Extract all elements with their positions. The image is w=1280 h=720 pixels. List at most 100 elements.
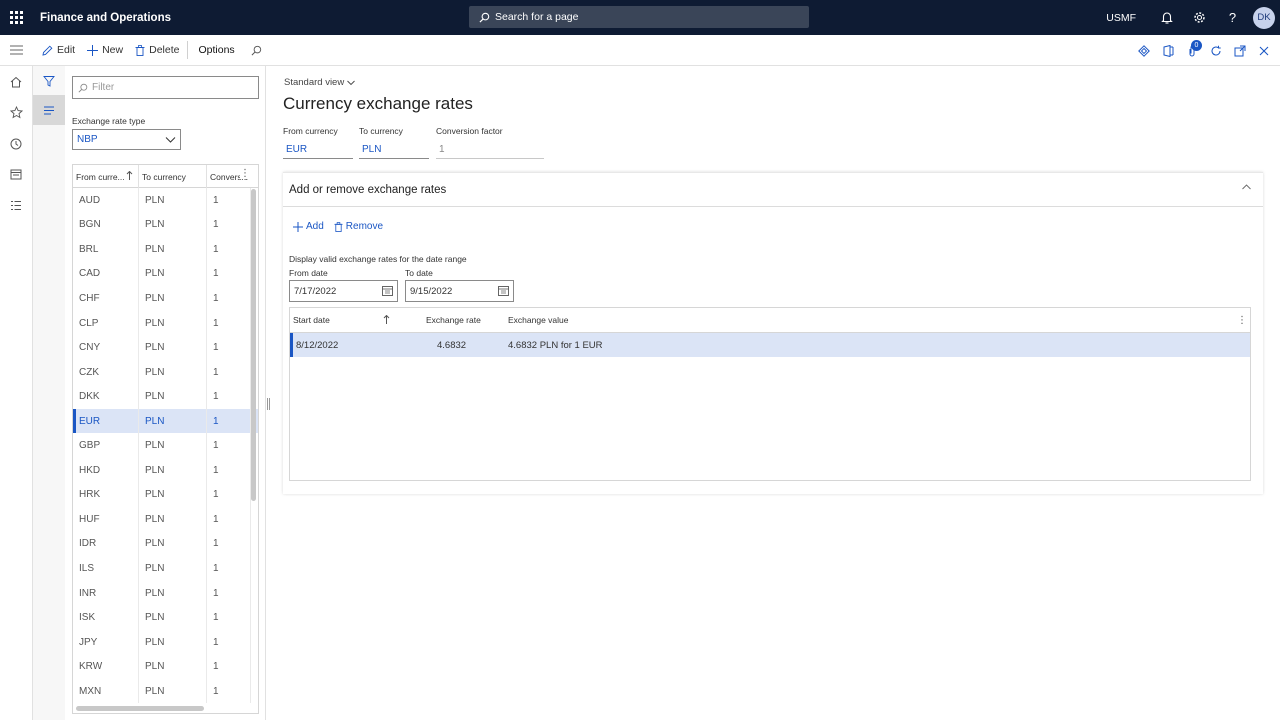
chevron-up-icon[interactable]: [1242, 184, 1251, 190]
table-row[interactable]: HUF PLN 1: [73, 507, 258, 532]
date-range-note: Display valid exchange rates for the dat…: [289, 254, 467, 264]
list-pane-icon[interactable]: [33, 95, 65, 125]
table-row[interactable]: ISK PLN 1: [73, 605, 258, 630]
to-date-input[interactable]: 9/15/2022: [405, 280, 514, 302]
rate-type-label: Exchange rate type: [72, 116, 146, 126]
to-currency-cell: PLN: [139, 531, 207, 557]
trash-icon: [334, 221, 343, 232]
find-icon[interactable]: [243, 35, 270, 66]
to-currency-field: To currency PLN: [359, 126, 429, 159]
modules-list-icon[interactable]: [0, 190, 32, 221]
app-title[interactable]: Finance and Operations: [40, 12, 171, 24]
app-launcher-icon[interactable]: [0, 0, 32, 35]
search-icon: [479, 12, 490, 23]
column-header-from-currency[interactable]: From curre...: [73, 165, 139, 188]
attachment-count-badge: 0: [1191, 40, 1202, 51]
vertical-scrollbar[interactable]: [251, 189, 256, 501]
table-row[interactable]: BGN PLN 1: [73, 212, 258, 238]
plus-icon: [293, 221, 303, 232]
refresh-icon[interactable]: [1204, 35, 1228, 66]
from-currency-cell: EUR: [73, 408, 139, 434]
diamond-icon[interactable]: [1132, 35, 1156, 66]
from-currency-cell: IDR: [73, 531, 139, 557]
conversion-factor-cell: 1: [207, 261, 251, 287]
table-row[interactable]: ILS PLN 1: [73, 556, 258, 581]
clock-icon[interactable]: [0, 128, 32, 159]
close-icon[interactable]: [1252, 35, 1276, 66]
table-row[interactable]: KRW PLN 1: [73, 654, 258, 679]
star-icon[interactable]: [0, 97, 32, 128]
conversion-factor-field: Conversion factor 1: [436, 126, 544, 159]
table-row[interactable]: INR PLN 1: [73, 580, 258, 606]
fasttab-header[interactable]: Add or remove exchange rates: [283, 173, 1263, 207]
column-header-exchange-value[interactable]: Exchange value: [508, 315, 569, 325]
from-currency-label: From currency: [283, 126, 338, 136]
column-header-to-currency[interactable]: To currency: [139, 165, 207, 188]
help-icon[interactable]: ?: [1216, 0, 1249, 35]
home-icon[interactable]: [0, 66, 32, 97]
table-row[interactable]: JPY PLN 1: [73, 629, 258, 655]
from-currency-value[interactable]: EUR: [283, 141, 353, 159]
office-icon[interactable]: [1156, 35, 1180, 66]
top-navigation-bar: Finance and Operations Search for a page…: [0, 0, 1280, 35]
avatar[interactable]: DK: [1253, 6, 1275, 29]
workspaces-icon[interactable]: [0, 159, 32, 190]
from-currency-cell: CNY: [73, 335, 139, 360]
pencil-icon: [42, 45, 53, 56]
delete-button[interactable]: Delete: [129, 35, 185, 66]
view-selector[interactable]: Standard view: [284, 77, 356, 88]
table-row[interactable]: HRK PLN 1: [73, 482, 258, 508]
to-currency-cell: PLN: [139, 629, 207, 655]
to-date-label: To date: [405, 268, 433, 278]
table-row[interactable]: IDR PLN 1: [73, 531, 258, 557]
table-row[interactable]: EUR PLN 1: [73, 408, 258, 434]
column-header-start-date[interactable]: Start date: [293, 315, 330, 325]
pane-splitter-handle[interactable]: [267, 398, 270, 410]
company-picker[interactable]: USMF: [1106, 12, 1136, 24]
more-options-icon[interactable]: ⋮: [240, 168, 250, 179]
conversion-factor-cell: 1: [207, 629, 251, 655]
to-currency-cell: PLN: [139, 482, 207, 508]
new-button[interactable]: New: [81, 35, 129, 66]
column-header-conversion[interactable]: Conversio ⋮: [207, 165, 251, 188]
table-row[interactable]: GBP PLN 1: [73, 433, 258, 459]
calendar-icon[interactable]: [382, 285, 393, 296]
table-row[interactable]: DKK PLN 1: [73, 384, 258, 409]
more-options-icon[interactable]: ⋮: [1237, 315, 1247, 326]
hamburger-menu-icon[interactable]: [0, 35, 32, 66]
remove-label: Remove: [345, 221, 384, 232]
table-row[interactable]: CLP PLN 1: [73, 310, 258, 336]
table-row[interactable]: MXN PLN 1: [73, 678, 258, 704]
conversion-factor-cell: 1: [207, 678, 251, 704]
table-row[interactable]: AUD PLN 1: [73, 188, 258, 213]
table-row[interactable]: CHF PLN 1: [73, 286, 258, 311]
filter-input[interactable]: Filter: [72, 76, 259, 99]
global-search-box[interactable]: Search for a page: [469, 6, 809, 28]
new-label: New: [102, 44, 124, 56]
table-row[interactable]: CAD PLN 1: [73, 261, 258, 287]
rate-type-dropdown[interactable]: NBP: [72, 129, 181, 150]
open-new-window-icon[interactable]: [1228, 35, 1252, 66]
edit-button[interactable]: Edit: [36, 35, 81, 66]
from-date-input[interactable]: 7/17/2022: [289, 280, 398, 302]
table-row[interactable]: CZK PLN 1: [73, 359, 258, 385]
table-row[interactable]: BRL PLN 1: [73, 237, 258, 262]
horizontal-scrollbar[interactable]: [76, 706, 204, 711]
table-row[interactable]: CNY PLN 1: [73, 335, 258, 360]
to-currency-value[interactable]: PLN: [359, 141, 429, 159]
table-row[interactable]: HKD PLN 1: [73, 458, 258, 483]
from-currency-cell: INR: [73, 580, 139, 606]
to-currency-cell: PLN: [139, 408, 207, 434]
add-button[interactable]: Add: [293, 221, 324, 232]
remove-button[interactable]: Remove: [334, 221, 383, 232]
attachment-icon[interactable]: 0: [1180, 35, 1204, 66]
column-header-exchange-rate[interactable]: Exchange rate: [426, 315, 481, 325]
options-button[interactable]: Options: [190, 35, 242, 66]
table-row[interactable]: 8/12/2022 4.6832 4.6832 PLN for 1 EUR: [290, 333, 1250, 357]
gear-icon[interactable]: [1183, 0, 1216, 35]
from-currency-cell: BGN: [73, 212, 139, 238]
filter-pane-icon[interactable]: [33, 67, 65, 95]
calendar-icon[interactable]: [498, 285, 509, 296]
bell-icon[interactable]: [1150, 0, 1183, 35]
conversion-factor-cell: 1: [207, 212, 251, 238]
